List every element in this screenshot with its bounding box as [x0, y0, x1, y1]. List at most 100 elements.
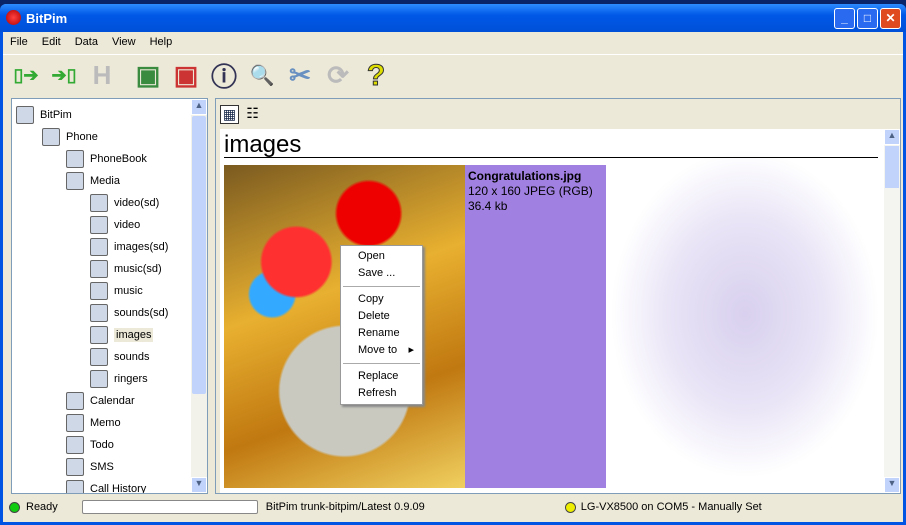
background-flower-image: [610, 149, 880, 479]
tree-item-label: Todo: [90, 439, 114, 451]
menu-item-refresh[interactable]: Refresh: [341, 385, 422, 402]
app-window: BitPim _ □ ✕ File Edit Data View Help ▯➔…: [0, 4, 906, 525]
phone-send-icon[interactable]: ➔▯: [47, 59, 81, 93]
tree-item-sounds[interactable]: sounds: [90, 347, 149, 367]
tree-item-label: music: [114, 285, 143, 297]
main-panel: ▦ ☷ images Congratulations.jpg 120 x 160…: [215, 98, 901, 494]
scroll-up-button[interactable]: ▲: [884, 129, 900, 145]
progress-bar: [81, 500, 258, 514]
context-menu: Open Save ... Copy Delete Rename Move to…: [340, 245, 423, 405]
tree-node-icon: [90, 304, 108, 322]
menu-item-move-to[interactable]: Move to ▸: [341, 342, 422, 359]
tree-item-sms[interactable]: SMS: [66, 457, 114, 477]
tree-node-icon: [90, 326, 108, 344]
tree-item-memo[interactable]: Memo: [66, 413, 121, 433]
info-icon[interactable]: ⓘ: [207, 59, 241, 93]
tree-node-icon: [66, 414, 84, 432]
tree-node-icon: [66, 480, 84, 493]
tree-item-phone[interactable]: Phone: [42, 127, 98, 147]
navigation-tree: ▲ ▼ BitPim Phone PhoneBook Media video(sd) vi…: [11, 98, 208, 494]
tree-item-label: Call History: [90, 483, 147, 494]
minimize-button[interactable]: _: [834, 8, 855, 29]
tree-item-ringers[interactable]: ringers: [90, 369, 148, 389]
tree-node-icon: [90, 370, 108, 388]
menu-edit[interactable]: Edit: [35, 36, 68, 48]
close-button[interactable]: ✕: [880, 8, 901, 29]
menu-item-copy[interactable]: Copy: [341, 291, 422, 308]
tree-item-phonebook[interactable]: PhoneBook: [66, 149, 147, 169]
menu-bar: File Edit Data View Help: [3, 32, 179, 52]
phone-get-icon[interactable]: ▯➔: [9, 59, 43, 93]
tree-item-calendar[interactable]: Calendar: [66, 391, 135, 411]
toolbar: ▯➔ ➔▯ H ▣ ▣ ⓘ 🔍 ✂ ⟳ ?: [3, 54, 903, 96]
bitpim-logo-icon: [6, 10, 21, 25]
section-heading: images: [224, 131, 302, 158]
menu-item-delete[interactable]: Delete: [341, 308, 422, 325]
image-info[interactable]: Congratulations.jpg 120 x 160 JPEG (RGB)…: [465, 165, 606, 488]
tree-node-icon: [90, 348, 108, 366]
content-scrollbar[interactable]: ▲ ▼: [884, 129, 900, 493]
menu-help[interactable]: Help: [143, 36, 180, 48]
tree-item-video-sd-[interactable]: video(sd): [90, 193, 159, 213]
media-view: images Congratulations.jpg 120 x 160 JPE…: [220, 129, 900, 493]
tree-item-sounds-sd-[interactable]: sounds(sd): [90, 303, 168, 323]
scroll-up-button[interactable]: ▲: [191, 99, 207, 115]
title-bar: BitPim _ □ ✕: [0, 4, 906, 32]
add-image-icon[interactable]: ▣: [131, 59, 165, 93]
menu-separator: [343, 363, 420, 364]
status-text: Ready: [26, 501, 58, 513]
tree-item-music[interactable]: music: [90, 281, 143, 301]
tree-node-icon: [66, 436, 84, 454]
tree-item-music-sd-[interactable]: music(sd): [90, 259, 162, 279]
tree-node-icon: [16, 106, 34, 124]
tree-item-todo[interactable]: Todo: [66, 435, 114, 455]
version-text: BitPim trunk-bitpim/Latest 0.9.09: [265, 501, 425, 513]
menu-item-save[interactable]: Save ...: [341, 265, 422, 282]
tree-item-label: BitPim: [40, 109, 72, 121]
window-title: BitPim: [26, 10, 68, 26]
menu-view[interactable]: View: [105, 36, 143, 48]
maximize-button[interactable]: □: [857, 8, 878, 29]
tree-node-icon: [90, 260, 108, 278]
scroll-thumb[interactable]: [885, 146, 899, 188]
status-bar: Ready BitPim trunk-bitpim/Latest 0.9.09 …: [3, 496, 903, 518]
menu-separator: [343, 286, 420, 287]
tree-item-label: video: [114, 219, 141, 231]
menu-file[interactable]: File: [3, 36, 35, 48]
phone-detect-icon[interactable]: 🔍: [245, 59, 279, 93]
phone-status-icon: [564, 501, 576, 513]
scroll-thumb[interactable]: [192, 116, 206, 394]
submenu-arrow-icon: ▸: [408, 344, 414, 356]
help-icon[interactable]: ?: [359, 58, 393, 93]
history-icon[interactable]: H: [85, 59, 119, 93]
tree-node-icon: [66, 172, 84, 190]
tree-item-media[interactable]: Media: [66, 171, 120, 191]
refresh-icon[interactable]: ⟳: [321, 59, 355, 93]
menu-item-open[interactable]: Open: [341, 248, 422, 265]
file-name: Congratulations.jpg: [468, 169, 582, 183]
menu-item-replace[interactable]: Replace: [341, 368, 422, 385]
list-view-button[interactable]: ☷: [243, 105, 262, 124]
tree-item-label: images: [114, 328, 154, 342]
scroll-down-button[interactable]: ▼: [884, 477, 900, 493]
tree-item-call-history[interactable]: Call History: [66, 479, 147, 494]
scroll-down-button[interactable]: ▼: [191, 477, 207, 493]
tree-node-icon: [66, 150, 84, 168]
tree-item-label: video(sd): [114, 197, 160, 209]
tree-item-label: SMS: [90, 461, 114, 473]
heading-divider: [224, 157, 878, 158]
tree-scrollbar[interactable]: ▲ ▼: [191, 99, 207, 493]
delete-image-icon[interactable]: ▣: [169, 59, 203, 93]
tree-node-icon: [66, 458, 84, 476]
settings-tools-icon[interactable]: ✂: [283, 59, 317, 93]
tree-item-bitpim[interactable]: BitPim: [16, 105, 72, 125]
tree-item-images-sd-[interactable]: images(sd): [90, 237, 168, 257]
file-dimensions: 120 x 160 JPEG (RGB): [468, 184, 593, 198]
tree-node-icon: [66, 392, 84, 410]
tree-item-images[interactable]: images: [90, 325, 154, 345]
tree-item-label: ringers: [114, 373, 148, 385]
menu-data[interactable]: Data: [68, 36, 105, 48]
icon-view-button[interactable]: ▦: [220, 105, 239, 124]
tree-item-video[interactable]: video: [90, 215, 140, 235]
menu-item-rename[interactable]: Rename: [341, 325, 422, 342]
